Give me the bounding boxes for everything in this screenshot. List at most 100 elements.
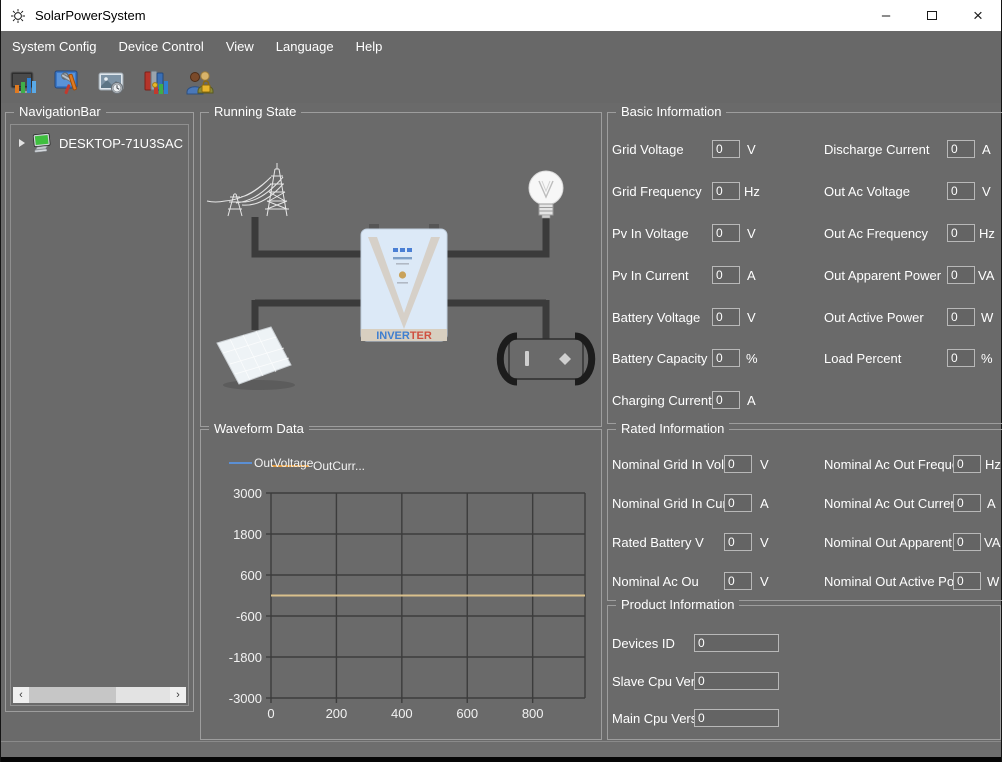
- tree-item-label: DESKTOP-71U3SAC: [59, 136, 183, 151]
- field-input-load-percent[interactable]: [947, 349, 975, 367]
- close-button[interactable]: ×: [955, 0, 1001, 31]
- minimize-button[interactable]: –: [863, 0, 909, 31]
- field-label-battery-capacity: Battery Capacity: [612, 351, 712, 366]
- running-state-group-label: Running State: [209, 104, 301, 119]
- scroll-left-button[interactable]: ‹: [13, 687, 29, 703]
- field-input-charging-current[interactable]: [712, 391, 740, 409]
- svg-text:0: 0: [267, 706, 274, 721]
- field-input-grid-frequency[interactable]: [712, 182, 740, 200]
- device-settings-button[interactable]: [51, 66, 85, 100]
- system-monitor-button[interactable]: [7, 66, 41, 100]
- svg-text:200: 200: [326, 706, 348, 721]
- menu-view[interactable]: View: [215, 31, 265, 62]
- field-label-grid-voltage: Grid Voltage: [612, 142, 712, 157]
- field-unit-out-ac-voltage: V: [982, 184, 991, 199]
- field-input-nominal-ac-out-frequency[interactable]: [953, 455, 981, 473]
- field-unit-out-ac-frequency: Hz: [979, 226, 995, 241]
- field-label-battery-voltage: Battery Voltage: [612, 310, 712, 325]
- basic-information-group: Basic Information Grid VoltageV Grid Fre…: [607, 112, 1002, 424]
- menu-language[interactable]: Language: [265, 31, 345, 62]
- inverter-label: INVERTER: [376, 330, 432, 342]
- field-label-grid-frequency: Grid Frequency: [612, 184, 712, 199]
- field-input-nominal-ac-out-voltage[interactable]: [724, 572, 752, 590]
- field-label-out-ac-voltage: Out Ac Voltage: [824, 184, 947, 199]
- field-input-main-cpu-version[interactable]: [694, 709, 779, 727]
- field-input-out-active-power[interactable]: [947, 308, 975, 326]
- field-unit-load-percent: %: [981, 351, 993, 366]
- svg-text:-3000: -3000: [229, 691, 262, 706]
- field-input-out-ac-frequency[interactable]: [947, 224, 975, 242]
- load-bulb-icon: [529, 171, 563, 218]
- field-input-battery-voltage[interactable]: [712, 308, 740, 326]
- field-label-rated-battery-voltage: Rated Battery V: [612, 535, 724, 550]
- svg-text:600: 600: [240, 568, 262, 583]
- field-unit-discharge-current: A: [982, 142, 991, 157]
- field-input-pv-in-voltage[interactable]: [712, 224, 740, 242]
- field-input-out-ac-voltage[interactable]: [947, 182, 975, 200]
- field-unit-nominal-grid-in-voltage: V: [760, 457, 769, 472]
- field-unit-nominal-out-active-power: W: [987, 574, 999, 589]
- field-unit-pv-in-current: A: [747, 268, 756, 283]
- report-button[interactable]: [139, 66, 173, 100]
- user-management-button[interactable]: [183, 66, 217, 100]
- system-monitor-icon: [9, 68, 39, 98]
- basic-information-group-label: Basic Information: [616, 104, 726, 119]
- status-bar: [1, 741, 1001, 757]
- field-input-devices-id[interactable]: [694, 634, 779, 652]
- close-icon: ×: [973, 7, 983, 24]
- horizontal-scrollbar[interactable]: ‹ ›: [13, 687, 186, 703]
- svg-text:-600: -600: [236, 609, 262, 624]
- field-unit-nominal-ac-out-current: A: [987, 496, 996, 511]
- field-input-battery-capacity[interactable]: [712, 349, 740, 367]
- field-unit-rated-battery-voltage: V: [760, 535, 769, 550]
- menu-device-control[interactable]: Device Control: [108, 31, 215, 62]
- product-information-group-label: Product Information: [616, 597, 739, 612]
- toolbar: [1, 62, 1001, 103]
- field-unit-battery-capacity: %: [746, 351, 758, 366]
- field-input-discharge-current[interactable]: [947, 140, 975, 158]
- svg-text:800: 800: [522, 706, 544, 721]
- field-input-rated-battery-voltage[interactable]: [724, 533, 752, 551]
- power-grid-icon: [207, 163, 289, 216]
- expander-icon[interactable]: [19, 139, 25, 147]
- navigationbar-group-label: NavigationBar: [14, 104, 106, 119]
- field-unit-out-active-power: W: [981, 310, 993, 325]
- field-input-slave-cpu-version[interactable]: [694, 672, 779, 690]
- field-input-out-apparent-power[interactable]: [947, 266, 975, 284]
- field-input-pv-in-current[interactable]: [712, 266, 740, 284]
- field-unit-grid-voltage: V: [747, 142, 756, 157]
- field-unit-charging-current: A: [747, 393, 756, 408]
- menubar: System Config Device Control View Langua…: [1, 31, 1001, 62]
- field-unit-nominal-ac-out-voltage: V: [760, 574, 769, 589]
- rated-information-group-label: Rated Information: [616, 421, 729, 436]
- window-controls: – ×: [863, 0, 1001, 31]
- menu-help[interactable]: Help: [345, 31, 394, 62]
- field-input-nominal-grid-in-current[interactable]: [724, 494, 752, 512]
- field-input-grid-voltage[interactable]: [712, 140, 740, 158]
- field-input-nominal-ac-out-current[interactable]: [953, 494, 981, 512]
- scrollbar-thumb[interactable]: [29, 687, 116, 703]
- scroll-right-button[interactable]: ›: [170, 687, 186, 703]
- snapshot-button[interactable]: [95, 66, 129, 100]
- menu-system-config[interactable]: System Config: [1, 31, 108, 62]
- field-unit-pv-in-voltage: V: [747, 226, 756, 241]
- field-input-nominal-out-active-power[interactable]: [953, 572, 981, 590]
- field-label-discharge-current: Discharge Current: [824, 142, 947, 157]
- power-flow-diagram: INVERTER: [201, 113, 601, 426]
- field-label-out-ac-frequency: Out Ac Frequency: [824, 226, 947, 241]
- scrollbar-track[interactable]: [29, 687, 170, 703]
- minimize-icon: –: [882, 8, 890, 23]
- field-label-pv-in-voltage: Pv In Voltage: [612, 226, 712, 241]
- svg-text:-1800: -1800: [229, 650, 262, 665]
- snapshot-icon: [97, 68, 127, 98]
- device-settings-icon: [53, 68, 83, 98]
- maximize-icon: [927, 11, 937, 20]
- field-input-nominal-grid-in-voltage[interactable]: [724, 455, 752, 473]
- svg-text:3000: 3000: [233, 486, 262, 501]
- tree-item-desktop[interactable]: DESKTOP-71U3SAC: [11, 125, 188, 153]
- field-input-nominal-out-apparent-power[interactable]: [953, 533, 981, 551]
- maximize-button[interactable]: [909, 0, 955, 31]
- field-label-nominal-grid-in-current: Nominal Grid In Cur: [612, 496, 724, 511]
- svg-text:600: 600: [456, 706, 478, 721]
- svg-text:400: 400: [391, 706, 413, 721]
